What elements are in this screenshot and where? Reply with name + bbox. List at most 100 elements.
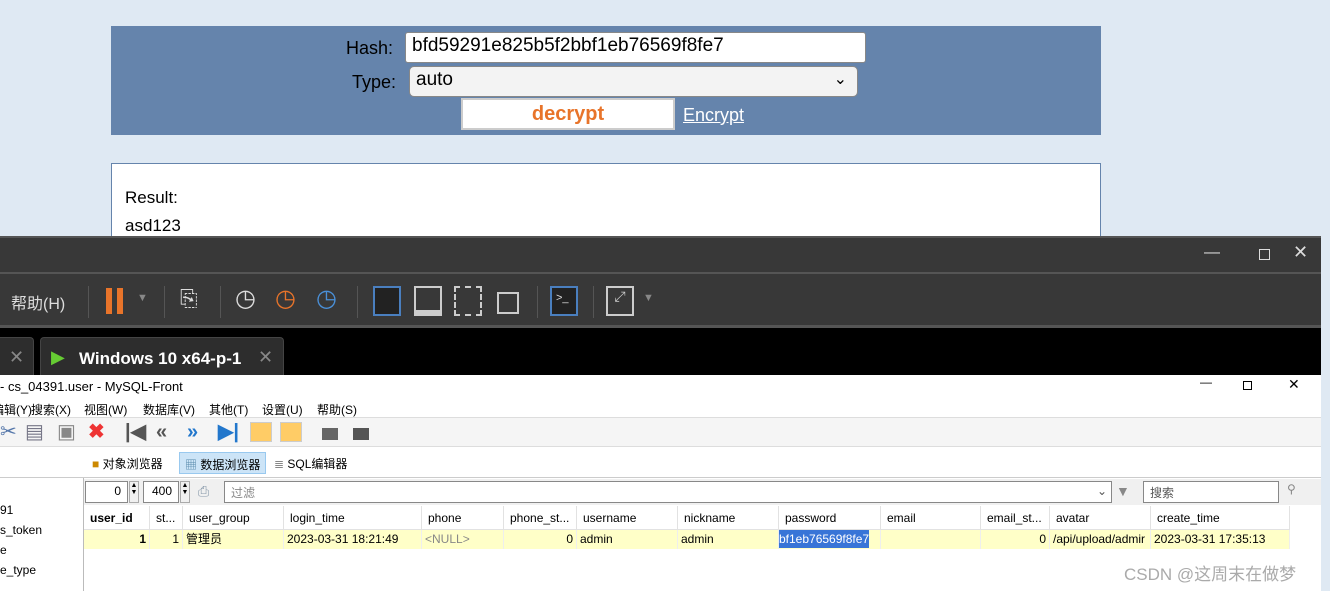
cell-password[interactable]: bf1eb76569f8fe7 <box>779 530 881 549</box>
column-header-login-time[interactable]: login_time <box>284 506 422 530</box>
result-label: Result: <box>125 188 178 207</box>
limit-toggle-icon[interactable]: ⎙ <box>198 483 209 500</box>
hash-input[interactable]: bfd59291e825b5f2bbf1eb76569f8fe7 <box>405 32 866 63</box>
insert-row-icon[interactable] <box>250 422 272 442</box>
tree-item[interactable]: e <box>0 543 7 557</box>
cell-login-time[interactable]: 2023-03-31 18:21:49 <box>284 530 422 549</box>
paste-icon[interactable]: ▣ <box>57 418 76 446</box>
selected-text[interactable]: bf1eb76569f8fe7 <box>779 530 870 548</box>
minimize-button[interactable]: — <box>1204 244 1220 262</box>
type-value: auto <box>416 69 453 90</box>
menu-other[interactable]: 其他(T) <box>209 401 248 418</box>
delete-icon[interactable]: ✖ <box>88 418 105 446</box>
column-header-phone[interactable]: phone <box>422 506 504 530</box>
chevron-down-icon[interactable]: ⌄ <box>1097 484 1107 498</box>
close-tab-icon[interactable]: ✕ <box>9 347 24 368</box>
library-view-icon[interactable] <box>373 286 401 316</box>
dropdown-icon[interactable]: ▼ <box>137 292 148 304</box>
cell-phone-status[interactable]: 0 <box>504 530 577 549</box>
tab-sql-editor[interactable]: ≣ SQL编辑器 <box>274 455 347 472</box>
unity-icon[interactable] <box>497 292 519 314</box>
cell-user-id[interactable]: 1 <box>84 530 150 549</box>
next-page-icon[interactable]: » <box>187 418 198 446</box>
cell-avatar[interactable]: /api/upload/admir <box>1050 530 1151 549</box>
column-header-user-id[interactable]: user_id <box>84 506 150 530</box>
close-button[interactable]: ✕ <box>1293 242 1308 263</box>
limit-input[interactable]: 400 <box>143 481 179 503</box>
column-header-email[interactable]: email <box>881 506 981 530</box>
column-header-phone-status[interactable]: phone_st... <box>504 506 577 530</box>
copy-icon[interactable]: ▤ <box>25 418 44 446</box>
pause-icon[interactable] <box>106 288 112 314</box>
restore-button[interactable] <box>1243 381 1252 390</box>
mf-toolbar: ✂ ▤ ▣ ✖ |◀ « » ▶| <box>0 417 1321 447</box>
post-icon[interactable] <box>322 428 338 440</box>
tab-windows-10[interactable]: ▶ Windows 10 x64-p-1 ✕ <box>40 337 284 377</box>
menu-help[interactable]: 帮助(H) <box>11 290 65 314</box>
menu-settings[interactable]: 设置(U) <box>262 401 303 418</box>
close-button[interactable]: ✕ <box>1288 376 1300 393</box>
cell-email[interactable] <box>881 530 981 549</box>
menu-search[interactable]: 搜索(X) <box>31 401 71 418</box>
offset-spinner[interactable]: ▲ ▼ <box>129 481 139 503</box>
cell-user-group[interactable]: 管理员 <box>183 530 284 549</box>
revert-snapshot-icon[interactable]: ◷ <box>275 284 296 313</box>
tab-data-browser[interactable]: ▦ 数据浏览器 <box>179 452 267 474</box>
column-header-email-status[interactable]: email_st... <box>981 506 1050 530</box>
cell-email-status[interactable]: 0 <box>981 530 1050 549</box>
column-header-password[interactable]: password <box>779 506 881 530</box>
menu-help[interactable]: 帮助(S) <box>317 401 357 418</box>
chevron-down-icon: ⌄ <box>833 71 847 88</box>
menu-database[interactable]: 数据库(V) <box>143 401 195 418</box>
stretch-icon[interactable]: ⤢ <box>606 286 634 316</box>
encrypt-link[interactable]: Encrypt <box>683 105 744 126</box>
tree-item[interactable]: 91 <box>0 503 13 517</box>
minimize-button[interactable]: — <box>1200 375 1212 389</box>
watermark: CSDN @这周末在做梦 <box>1124 565 1297 584</box>
tab-object-browser[interactable]: ■ 对象浏览器 <box>92 455 163 472</box>
tree-item[interactable]: e_type <box>0 563 36 577</box>
snapshot-icon[interactable]: ◷ <box>235 284 256 313</box>
object-browser-icon: ■ <box>92 457 100 471</box>
type-select[interactable]: auto ⌄ <box>409 66 858 97</box>
column-header-create-time[interactable]: create_time <box>1151 506 1290 530</box>
vm-running-icon: ▶ <box>51 347 65 367</box>
cancel-icon[interactable] <box>353 428 369 440</box>
thumbnail-view-icon[interactable] <box>414 286 442 316</box>
column-header-username[interactable]: username <box>577 506 678 530</box>
first-record-icon[interactable]: |◀ <box>125 418 146 446</box>
filter-input[interactable]: 过滤 ⌄ <box>224 481 1112 503</box>
search-input[interactable]: 搜索 <box>1143 481 1279 503</box>
manage-snapshots-icon[interactable]: ◷ <box>316 284 337 313</box>
cell-nickname[interactable]: admin <box>678 530 779 549</box>
last-record-icon[interactable]: ▶| <box>218 418 239 446</box>
previous-page-icon[interactable]: « <box>156 418 167 446</box>
cell-create-time[interactable]: 2023-03-31 17:35:13 <box>1151 530 1290 549</box>
fullscreen-icon[interactable] <box>454 286 482 316</box>
decrypt-button[interactable]: decrypt <box>461 98 675 130</box>
offset-input[interactable]: 0 <box>85 481 128 503</box>
cut-icon[interactable]: ✂ <box>0 418 17 446</box>
cell-username[interactable]: admin <box>577 530 678 549</box>
send-keys-icon[interactable]: ⎘ <box>180 286 198 312</box>
menu-edit[interactable]: 编辑(Y) <box>0 401 32 418</box>
tab-title: Windows 10 x64-p-1 <box>79 349 242 368</box>
filter-icon[interactable]: ▼ <box>1116 483 1130 499</box>
tab-previous[interactable]: ✕ <box>0 337 34 377</box>
maximize-button[interactable] <box>1259 249 1270 260</box>
cell-status[interactable]: 1 <box>150 530 183 549</box>
console-icon[interactable]: >_ <box>550 286 578 316</box>
view-tabs: ■ 对象浏览器 ▦ 数据浏览器 ≣ SQL编辑器 <box>0 447 1321 478</box>
menu-view[interactable]: 视图(W) <box>84 401 127 418</box>
column-header-user-group[interactable]: user_group <box>183 506 284 530</box>
limit-spinner[interactable]: ▲ ▼ <box>180 481 190 503</box>
hash-label: Hash: <box>346 38 394 58</box>
delete-row-icon[interactable] <box>280 422 302 442</box>
column-header-nickname[interactable]: nickname <box>678 506 779 530</box>
cell-phone[interactable]: <NULL> <box>422 530 504 549</box>
column-header-avatar[interactable]: avatar <box>1050 506 1151 530</box>
search-go-icon[interactable]: ⚲ <box>1287 482 1296 496</box>
close-tab-icon[interactable]: ✕ <box>258 347 273 368</box>
tree-item[interactable]: s_token <box>0 523 42 537</box>
column-header-status[interactable]: st... <box>150 506 183 530</box>
